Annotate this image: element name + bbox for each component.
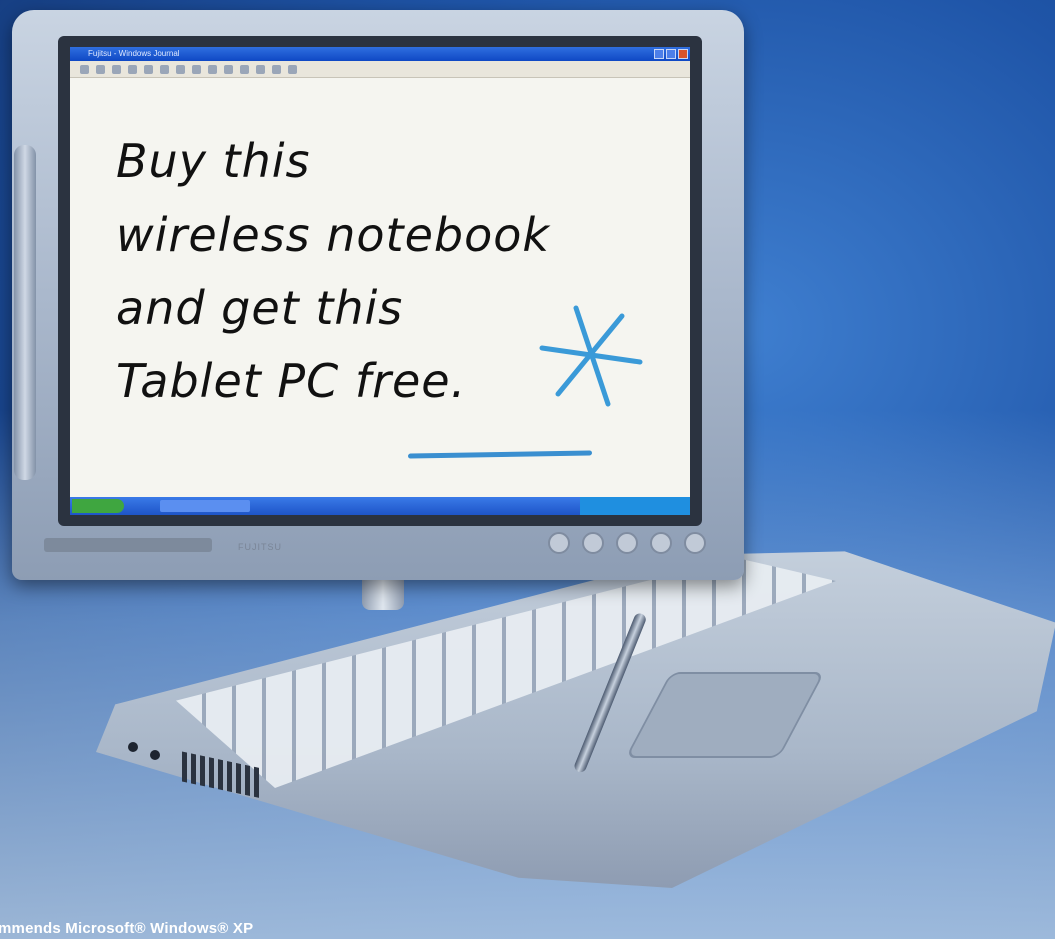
handwriting-line: wireless notebook xyxy=(116,208,551,262)
taskbar-item xyxy=(160,500,250,512)
audio-jack xyxy=(150,750,160,760)
toolbar-icon xyxy=(272,64,281,74)
brand-logo: FUJITSU xyxy=(238,542,282,552)
pen-holder xyxy=(14,145,36,480)
tablet-button xyxy=(684,532,706,554)
toolbar-icon xyxy=(208,64,217,74)
status-strip xyxy=(44,538,212,552)
toolbar-icon xyxy=(256,64,265,74)
window-titlebar: Fujitsu - Windows Journal xyxy=(70,47,690,61)
maximize-icon xyxy=(666,49,676,59)
toolbar-icon xyxy=(128,64,137,74)
toolbar-icon xyxy=(96,64,105,74)
close-icon xyxy=(678,49,688,59)
toolbar-icon xyxy=(240,64,249,74)
toolbar-icon xyxy=(288,64,297,74)
taskbar xyxy=(70,497,690,515)
audio-jack xyxy=(128,742,138,752)
handwriting-line: Buy this xyxy=(116,134,311,188)
toolbar-icon xyxy=(176,64,185,74)
handwriting-line: and get this xyxy=(116,281,404,335)
toolbar-icon xyxy=(192,64,201,74)
handwriting-line: Tablet PC free. xyxy=(116,354,467,408)
footer-tagline: mmends Microsoft® Windows® XP xyxy=(0,920,254,937)
start-button xyxy=(72,499,124,513)
asterisk-doodle-icon xyxy=(539,305,643,407)
journal-toolbar xyxy=(70,61,690,78)
tablet-button xyxy=(650,532,672,554)
toolbar-icon xyxy=(144,64,153,74)
tablet-button xyxy=(616,532,638,554)
system-tray xyxy=(580,497,690,515)
toolbar-icon xyxy=(224,64,233,74)
toolbar-icon xyxy=(112,64,121,74)
window-title: Fujitsu - Windows Journal xyxy=(88,49,180,58)
tablet-button xyxy=(582,532,604,554)
tablet-button xyxy=(548,532,570,554)
toolbar-icon xyxy=(160,64,169,74)
minimize-icon xyxy=(654,49,664,59)
toolbar-icon xyxy=(80,64,89,74)
